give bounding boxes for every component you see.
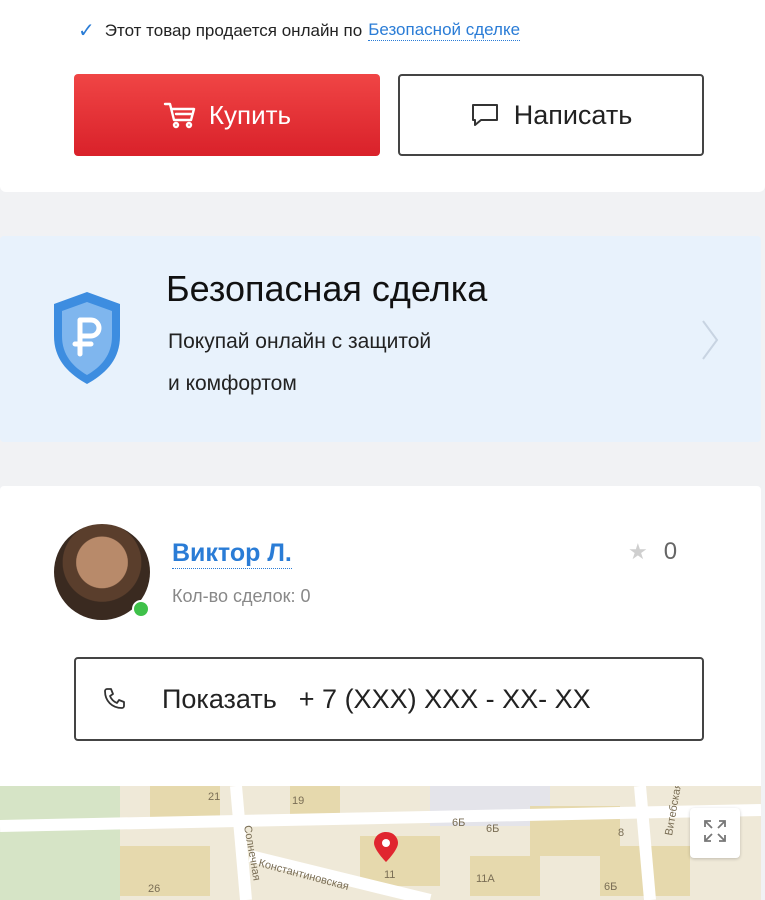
safe-deal-note: ✓ Этот товар продается онлайн по Безопас… xyxy=(78,18,521,43)
banner-subtitle-line2: и комфортом xyxy=(168,372,297,395)
map-label: 26 xyxy=(148,883,160,895)
banner-title: Безопасная сделка xyxy=(166,268,488,309)
show-phone-label: Показать xyxy=(162,683,277,714)
phone-icon xyxy=(102,687,126,711)
cart-icon xyxy=(163,101,197,129)
map-label: 6Б xyxy=(486,823,499,835)
message-icon xyxy=(470,102,500,128)
buy-button-label: Купить xyxy=(208,99,292,130)
purchase-card: ✓ Этот товар продается онлайн по Безопас… xyxy=(0,0,765,192)
online-status-dot xyxy=(132,600,150,618)
safe-deal-text: Этот товар продается онлайн по xyxy=(104,20,363,40)
phone-number-masked: + 7 (XXX) XXX - XX- XX xyxy=(298,683,591,714)
map-label: 8 xyxy=(618,827,624,839)
map-label: 11А xyxy=(476,873,495,885)
seller-rating: ★ 0 xyxy=(628,538,677,566)
seller-deals-count: Кол-во сделок: 0 xyxy=(172,586,311,606)
chevron-right-icon xyxy=(700,318,720,367)
map-label: 11 xyxy=(384,869,395,881)
buy-button[interactable]: Купить xyxy=(74,74,380,156)
write-button-label: Написать xyxy=(513,99,633,130)
location-map[interactable]: 21 19 6Б 6Б 8 26 11 11А 6Б Солнечная Кон… xyxy=(0,786,761,900)
write-button[interactable]: Написать xyxy=(398,74,704,156)
shield-ruble-icon xyxy=(50,290,124,391)
rating-value: 0 xyxy=(663,538,678,565)
map-expand-button[interactable] xyxy=(690,808,740,858)
star-icon: ★ xyxy=(628,539,648,564)
expand-icon xyxy=(702,818,728,849)
seller-avatar[interactable] xyxy=(54,524,150,620)
map-label: 19 xyxy=(292,795,304,807)
safe-deal-link[interactable]: Безопасной сделке xyxy=(368,20,521,41)
banner-subtitle-line1: Покупай онлайн с защитой xyxy=(168,330,432,353)
map-label: 6Б xyxy=(604,881,617,893)
map-label: 6Б xyxy=(452,817,465,829)
seller-name-link[interactable]: Виктор Л. xyxy=(172,538,292,569)
map-label: 21 xyxy=(208,791,220,803)
show-phone-button[interactable]: Показать + 7 (XXX) XXX - XX- XX xyxy=(74,657,704,741)
check-icon: ✓ xyxy=(78,20,95,42)
